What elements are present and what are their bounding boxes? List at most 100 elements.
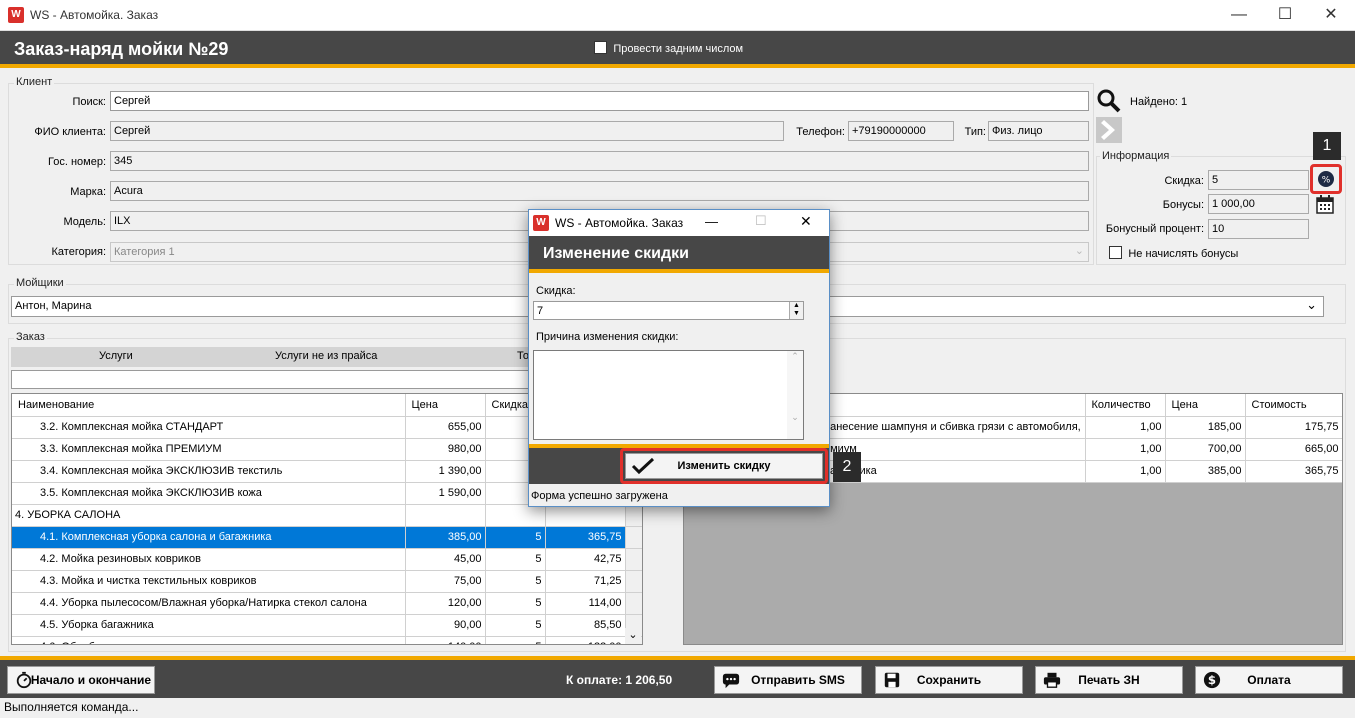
col-cost-header[interactable]: Стоимость [1245, 394, 1342, 417]
dialog-window-title: WS - Автомойка. Заказ [555, 216, 684, 230]
service-sum: 133,00 [545, 636, 626, 644]
dialog-discount-label: Скидка: [536, 285, 576, 297]
bonus-field[interactable]: 1 000,00 [1208, 194, 1309, 214]
backdate-checkbox-row[interactable]: Провести задним числом [594, 41, 743, 57]
table-row[interactable]: 4.4. Уборка пылесосом/Влажная уборка/Нат… [12, 592, 642, 615]
send-sms-label: Отправить SMS [751, 673, 845, 687]
search-button[interactable] [1096, 88, 1122, 114]
discount-edit-button[interactable]: % [1315, 169, 1337, 189]
discount-field[interactable]: 5 [1208, 170, 1309, 190]
info-group-title: Информация [1100, 150, 1172, 162]
discount-spinner[interactable]: ▲ ▼ [789, 302, 803, 319]
dialog-header: Изменение скидки [529, 236, 829, 273]
service-sum: 71,25 [545, 570, 626, 593]
service-name: 4.4. Уборка пылесосом/Влажная уборка/Нат… [12, 592, 406, 615]
dialog-maximize-button[interactable]: ☐ [755, 213, 767, 229]
service-price: 120,00 [405, 592, 486, 615]
service-discount: 5 [485, 636, 546, 644]
category-label: Категория: [51, 246, 106, 258]
dialog-titlebar: W WS - Автомойка. Заказ — ☐ ✕ [529, 210, 829, 236]
service-discount: 5 [485, 526, 546, 549]
col-item-price-header[interactable]: Цена [1165, 394, 1246, 417]
print-button[interactable]: Печать ЗН [1035, 666, 1183, 694]
order-item-cost: 665,00 [1245, 438, 1342, 461]
apply-discount-label: Изменить скидку [677, 460, 771, 472]
col-price-header[interactable]: Цена [405, 394, 486, 417]
bonus-calendar-button[interactable] [1314, 193, 1338, 217]
table-row[interactable]: 4.5. Уборка багажника 90,00 5 85,50 [12, 614, 642, 637]
save-button[interactable]: Сохранить [875, 666, 1023, 694]
order-header: Заказ-наряд мойки №29 Провести задним чи… [0, 31, 1355, 68]
table-row[interactable]: 4.2. Мойка резиновых ковриков 45,00 5 42,75 [12, 548, 642, 571]
no-bonus-checkbox-row[interactable]: Не начислять бонусы [1109, 246, 1238, 262]
dialog-close-button[interactable]: ✕ [800, 213, 812, 230]
col-qty-header[interactable]: Количество [1085, 394, 1166, 417]
category-value: Категория 1 [114, 246, 175, 258]
no-bonus-checkbox[interactable] [1109, 246, 1122, 259]
service-name: 3.2. Комплексная мойка СТАНДАРТ [12, 416, 406, 439]
col-name-header[interactable]: Наименование [12, 394, 406, 417]
order-item-qty: 1,00 [1085, 438, 1166, 461]
scrollbar-track[interactable] [624, 570, 642, 593]
service-price: 140,00 [405, 636, 486, 644]
fio-field[interactable]: Сергей [110, 121, 784, 141]
apply-discount-button[interactable]: Изменить скидку [625, 453, 823, 479]
order-item-price: 185,00 [1165, 416, 1246, 439]
brand-field[interactable]: Acura [110, 181, 1089, 201]
app-logo-icon: W [533, 215, 549, 231]
backdate-label: Провести задним числом [613, 43, 744, 55]
backdate-checkbox[interactable] [594, 41, 607, 54]
table-row[interactable]: 4.3. Мойка и чистка текстильных ковриков… [12, 570, 642, 593]
annotation-badge-2: 2 [833, 452, 861, 482]
to-pay-total: К оплате: 1 206,50 [566, 673, 673, 687]
washers-value: Антон, Марина [15, 300, 92, 312]
service-price: 980,00 [405, 438, 486, 461]
scrollbar-track[interactable] [624, 548, 642, 571]
service-name: 3.5. Комплексная мойка ЭКСКЛЮЗИВ кожа [12, 482, 406, 505]
floppy-disk-icon [884, 672, 900, 688]
scrollbar-track[interactable] [624, 592, 642, 615]
plate-field[interactable]: 345 [110, 151, 1089, 171]
table-row-selected[interactable]: 4.1. Комплексная уборка салона и багажни… [12, 526, 642, 549]
next-client-button[interactable] [1096, 117, 1122, 143]
service-category: 4. УБОРКА САЛОНА [12, 504, 406, 527]
tab-services[interactable]: Услуги [99, 350, 133, 362]
order-tabs: Услуги Услуги не из прайса То [11, 347, 531, 367]
chevron-right-icon [1096, 117, 1122, 143]
washers-group-title: Мойщики [14, 277, 66, 289]
phone-label: Телефон: [796, 126, 845, 138]
bonus-pct-field[interactable]: 10 [1208, 219, 1309, 239]
scrollbar-track[interactable] [624, 526, 642, 549]
search-input[interactable]: Сергей [110, 91, 1089, 111]
service-filter-input[interactable] [11, 370, 531, 389]
close-button[interactable]: ✕ [1308, 0, 1354, 30]
dialog-discount-input[interactable]: 7 [533, 301, 804, 320]
phone-field[interactable]: +79190000000 [848, 121, 954, 141]
order-item-qty: 1,00 [1085, 460, 1166, 483]
bottom-toolbar: Начало и окончание К оплате: 1 206,50 От… [0, 656, 1355, 698]
reason-textarea[interactable] [533, 350, 804, 440]
order-group-title: Заказ [14, 331, 47, 343]
send-sms-button[interactable]: Отправить SMS [714, 666, 862, 694]
svg-text:%: % [1322, 176, 1331, 186]
minimize-button[interactable]: — [1216, 0, 1262, 30]
service-price: 655,00 [405, 416, 486, 439]
reason-scrollbar[interactable]: ⌃ ⌄ [787, 351, 803, 439]
maximize-button[interactable]: ☐ [1262, 0, 1308, 30]
service-name: 4.2. Мойка резиновых ковриков [12, 548, 406, 571]
type-field[interactable]: Физ. лицо [988, 121, 1089, 141]
service-name: 4.6. Обработка ... [12, 636, 406, 644]
service-name: 3.3. Комплексная мойка ПРЕМИУМ [12, 438, 406, 461]
service-price: 1 590,00 [405, 482, 486, 505]
scroll-down-icon[interactable]: ⌄ [625, 628, 641, 644]
table-row[interactable]: 4.6. Обработка ...140,005133,00 [12, 636, 642, 644]
dialog-minimize-button[interactable]: — [705, 214, 718, 229]
bonus-label: Бонусы: [1162, 199, 1204, 211]
start-end-button[interactable]: Начало и окончание [7, 666, 155, 694]
service-sum: 42,75 [545, 548, 626, 571]
table-row[interactable]: 4. УБОРКА САЛОНА [12, 504, 642, 527]
scrollbar-track[interactable] [624, 504, 642, 527]
payment-button[interactable]: $ Оплата [1195, 666, 1343, 694]
no-bonus-label: Не начислять бонусы [1128, 248, 1239, 260]
tab-non-price-services[interactable]: Услуги не из прайса [275, 350, 377, 362]
